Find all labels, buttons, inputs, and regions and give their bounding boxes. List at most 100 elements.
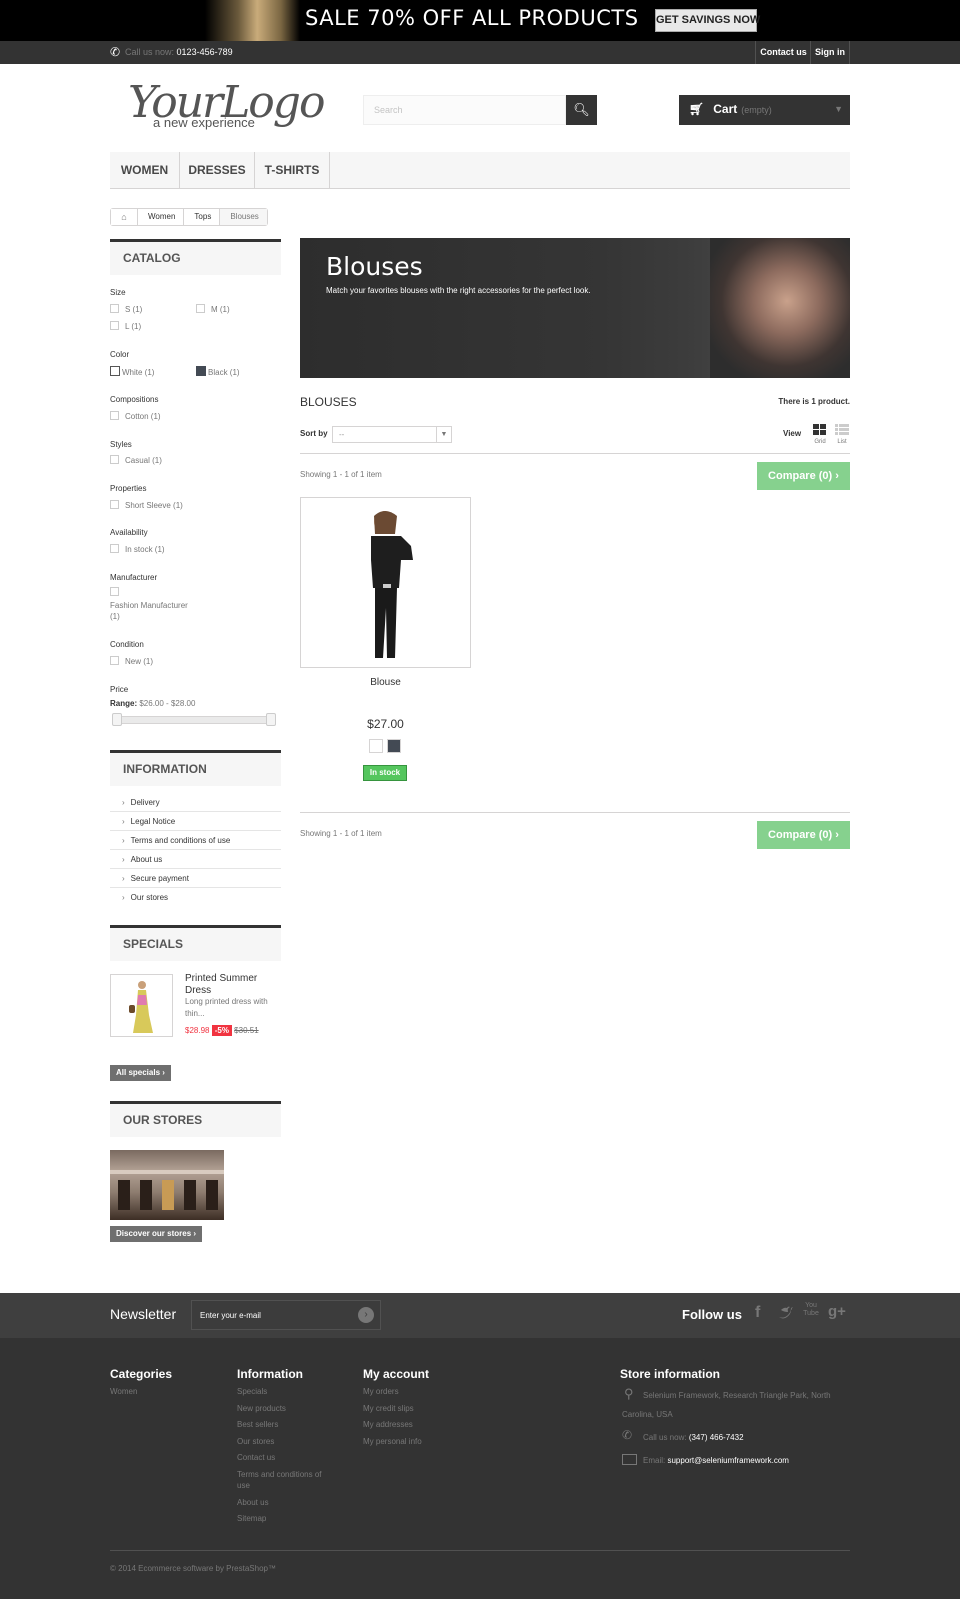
banner-headline: SALE 70% OFF ALL PRODUCTS (305, 6, 639, 30)
menu-item-dresses[interactable]: DRESSES (180, 152, 255, 189)
info-link-about-us[interactable]: › About us (110, 850, 281, 869)
google-plus-icon[interactable]: g+ (828, 1303, 846, 1320)
chevron-right-icon: › (835, 470, 839, 482)
product-color-white[interactable] (369, 739, 383, 753)
get-savings-button[interactable]: GET SAVINGS NOW (655, 9, 760, 32)
list-icon (835, 424, 849, 435)
filter-new[interactable]: New (1) (110, 656, 153, 666)
filter-manufacturer-title: Manufacturer (110, 573, 158, 582)
discount-badge: -5% (211, 1025, 232, 1036)
breadcrumb: ⌂ Women Tops Blouses (110, 208, 268, 226)
compare-button-bottom[interactable]: Compare (0) › (757, 821, 850, 849)
footer-link-best-sellers[interactable]: Best sellers (237, 1420, 278, 1429)
checkbox[interactable] (110, 656, 119, 665)
filter-size-m[interactable]: M (1) (196, 304, 230, 314)
footer-categories-title: Categories (110, 1367, 173, 1381)
color-swatch-black[interactable] (196, 366, 206, 376)
footer-link-terms[interactable]: Terms and conditions of (237, 1470, 322, 1479)
footer-link-credit-slips[interactable]: My credit slips (363, 1404, 414, 1413)
store-image[interactable] (110, 1150, 224, 1220)
sort-select[interactable]: -- ▼ (332, 426, 452, 443)
footer-link-terms-cont[interactable]: use (237, 1481, 250, 1490)
filter-size-s[interactable]: S (1) (110, 304, 142, 314)
twitter-icon[interactable] (778, 1306, 794, 1323)
contact-us-link[interactable]: Contact us (755, 41, 811, 64)
checkbox[interactable] (110, 455, 119, 464)
newsletter-submit-icon[interactable]: › (358, 1307, 374, 1323)
breadcrumb-women[interactable]: Women (137, 209, 184, 225)
footer-link-specials[interactable]: Specials (237, 1387, 267, 1396)
grid-icon (813, 424, 826, 435)
color-swatch-white[interactable] (110, 366, 120, 376)
footer-link-my-orders[interactable]: My orders (363, 1387, 399, 1396)
footer-link-new-products[interactable]: New products (237, 1404, 286, 1413)
discover-stores-button[interactable]: Discover our stores › (110, 1226, 203, 1242)
search-button[interactable]: 🔍︎ (566, 95, 597, 125)
menu-item-tshirts[interactable]: T-SHIRTS (255, 152, 330, 189)
price-slider-max-handle[interactable] (266, 713, 276, 726)
filter-manufacturer-checkbox[interactable] (110, 587, 125, 597)
filter-manufacturer-count: (1) (110, 612, 120, 621)
footer-divider (110, 1550, 850, 1551)
checkbox[interactable] (110, 411, 119, 420)
breadcrumb-tops[interactable]: Tops (183, 209, 220, 225)
sign-in-link[interactable]: Sign in (810, 41, 850, 64)
special-product-name[interactable]: Printed Summer Dress (185, 973, 257, 997)
price-slider-track[interactable] (112, 716, 276, 724)
all-specials-button[interactable]: All specials › (110, 1065, 171, 1081)
filter-short-sleeve[interactable]: Short Sleeve (1) (110, 500, 183, 510)
list-view-button[interactable]: List (834, 424, 850, 446)
special-old-price: $30.51 (234, 1026, 259, 1035)
search-input[interactable]: Search (363, 95, 566, 125)
chevron-right-icon: › (122, 855, 125, 864)
menu-item-women[interactable]: WOMEN (110, 152, 180, 189)
checkbox[interactable] (110, 321, 119, 330)
top-nav-bar: ✆ Call us now: 0123-456-789 Contact us S… (0, 41, 960, 64)
filter-size-l[interactable]: L (1) (110, 321, 141, 331)
footer-link-women[interactable]: Women (110, 1387, 137, 1396)
filter-in-stock[interactable]: In stock (1) (110, 544, 165, 554)
home-icon[interactable]: ⌂ (111, 209, 137, 225)
info-link-our-stores[interactable]: › Our stores (110, 888, 281, 907)
divider (300, 812, 850, 813)
call-us-text: Call us now: 0123-456-789 (125, 47, 233, 57)
grid-view-button[interactable]: Grid (812, 424, 828, 446)
product-count: There is 1 product. (778, 397, 850, 406)
footer-link-our-stores[interactable]: Our stores (237, 1437, 274, 1446)
footer-link-addresses[interactable]: My addresses (363, 1420, 413, 1429)
special-product-image[interactable] (110, 974, 173, 1037)
checkbox[interactable] (110, 304, 119, 313)
info-link-delivery[interactable]: › Delivery (110, 793, 281, 812)
newsletter-email-input[interactable]: Enter your e-mail (191, 1300, 381, 1330)
compare-button-top[interactable]: Compare (0) › (757, 462, 850, 490)
product-image[interactable] (300, 497, 471, 668)
filter-styles-title: Styles (110, 440, 132, 449)
filter-color-black[interactable]: Black (1) (196, 366, 240, 377)
filter-color-white[interactable]: White (1) (110, 366, 154, 377)
checkbox[interactable] (110, 500, 119, 509)
footer-link-about-us[interactable]: About us (237, 1498, 269, 1507)
checkbox[interactable] (196, 304, 205, 313)
information-links: › Delivery › Legal Notice › Terms and condi… (110, 793, 281, 907)
product-color-black[interactable] (387, 739, 401, 753)
filter-casual[interactable]: Casual (1) (110, 455, 162, 465)
filter-cotton[interactable]: Cotton (1) (110, 411, 161, 421)
promo-banner[interactable]: SALE 70% OFF ALL PRODUCTS GET SAVINGS NO… (0, 0, 960, 41)
footer-link-sitemap[interactable]: Sitemap (237, 1514, 266, 1523)
footer-link-contact-us[interactable]: Contact us (237, 1453, 275, 1462)
price-slider-min-handle[interactable] (112, 713, 122, 726)
facebook-icon[interactable]: f (755, 1304, 760, 1322)
checkbox[interactable] (110, 587, 119, 596)
category-description: Match your favorites blouses with the ri… (326, 286, 591, 295)
info-link-secure-payment[interactable]: › Secure payment (110, 869, 281, 888)
youtube-icon[interactable]: You Tube (803, 1302, 819, 1318)
info-link-legal-notice[interactable]: › Legal Notice (110, 812, 281, 831)
checkbox[interactable] (110, 544, 119, 553)
info-link-terms[interactable]: › Terms and conditions of use (110, 831, 281, 850)
special-product-description: Long printed dress with thin... (185, 997, 268, 1018)
product-name[interactable]: Blouse (300, 677, 471, 688)
copyright[interactable]: © 2014 Ecommerce software by PrestaShop™ (110, 1564, 276, 1573)
footer-link-personal-info[interactable]: My personal info (363, 1437, 422, 1446)
cart-dropdown[interactable]: 🛒︎ Cart (empty) ▼ (679, 95, 850, 125)
store-email-link[interactable]: support@seleniumframework.com (667, 1456, 789, 1465)
